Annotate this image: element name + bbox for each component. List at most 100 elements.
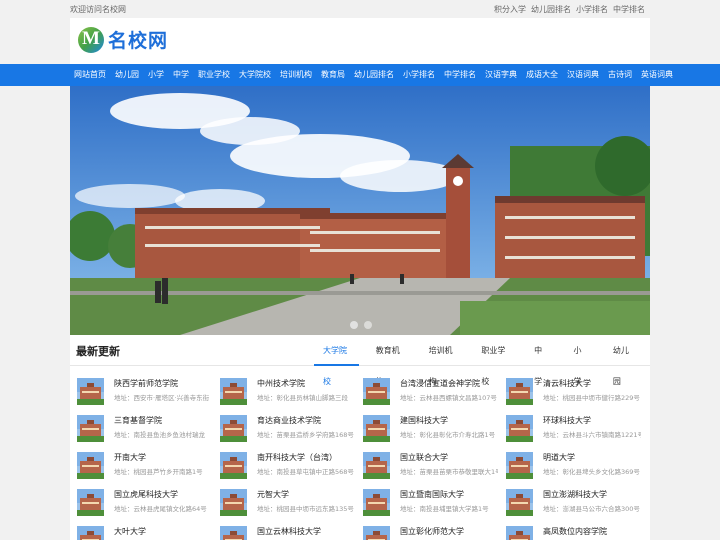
school-name[interactable]: 建国科技大学 bbox=[400, 415, 498, 426]
school-thumbnail[interactable] bbox=[363, 489, 390, 516]
tab-3[interactable]: 职业学校 bbox=[472, 335, 517, 386]
school-item[interactable]: 大叶大学 bbox=[77, 526, 220, 540]
nav-item-3[interactable]: 中学 bbox=[169, 64, 194, 86]
school-thumbnail[interactable] bbox=[220, 415, 247, 442]
welcome-text: 欢迎访问名校网 bbox=[70, 5, 126, 14]
school-thumbnail[interactable] bbox=[363, 378, 390, 405]
school-thumbnail[interactable] bbox=[363, 452, 390, 479]
school-name[interactable]: 国立澎湖科技大学 bbox=[543, 489, 641, 500]
school-thumbnail[interactable] bbox=[77, 489, 104, 516]
nav-item-0[interactable]: 网站首页 bbox=[70, 64, 111, 86]
school-name[interactable]: 台湾浸信宣道会神学院 bbox=[400, 378, 498, 389]
nav-item-11[interactable]: 汉语字典 bbox=[481, 64, 522, 86]
school-name[interactable]: 环球科技大学 bbox=[543, 415, 641, 426]
school-thumbnail[interactable] bbox=[220, 489, 247, 516]
nav-item-4[interactable]: 职业学校 bbox=[194, 64, 235, 86]
nav-item-5[interactable]: 大学院校 bbox=[235, 64, 276, 86]
nav-item-15[interactable]: 英语词典 bbox=[637, 64, 678, 86]
tab-4[interactable]: 中学 bbox=[525, 335, 556, 386]
school-name[interactable]: 国立云林科技大学 bbox=[257, 526, 355, 537]
school-name[interactable]: 高凤数位内容学院 bbox=[543, 526, 641, 537]
school-address: 地址：澎湖县马公市六合路300号 bbox=[543, 505, 640, 513]
school-item[interactable]: 建国科技大学 地址：彰化县彰化市介寿北路1号 bbox=[363, 415, 506, 442]
nav-item-12[interactable]: 成语大全 bbox=[522, 64, 563, 86]
topbar-link-points[interactable]: 积分入学 bbox=[494, 4, 526, 15]
topbar-link-middle-rank[interactable]: 中学排名 bbox=[613, 4, 645, 15]
school-name[interactable]: 育达商业技术学院 bbox=[257, 415, 355, 426]
tab-2[interactable]: 培训机构 bbox=[420, 335, 465, 386]
school-name[interactable]: 南开科技大学（台湾） bbox=[257, 452, 355, 463]
nav-item-7[interactable]: 教育局 bbox=[317, 64, 350, 86]
school-address: 地址：云林县斗六市镇南路1221号 bbox=[543, 431, 641, 439]
nav-item-6[interactable]: 培训机构 bbox=[276, 64, 317, 86]
school-thumbnail[interactable] bbox=[506, 489, 533, 516]
school-item[interactable]: 国立暨南国际大学 地址：南投县埔里镇大学路1号 bbox=[363, 489, 506, 516]
nav-item-13[interactable]: 汉语词典 bbox=[563, 64, 604, 86]
school-thumbnail[interactable] bbox=[77, 415, 104, 442]
school-thumbnail[interactable] bbox=[77, 526, 104, 540]
carousel-dot-1[interactable] bbox=[350, 321, 358, 329]
school-item[interactable]: 国立云林科技大学 bbox=[220, 526, 363, 540]
school-name[interactable]: 国立联合大学 bbox=[400, 452, 498, 463]
school-item[interactable]: 三育基督学院 地址：南投县鱼池乡鱼池村瑞龙 bbox=[77, 415, 220, 442]
site-header: M 名校网 bbox=[70, 18, 650, 64]
school-name[interactable]: 中州技术学院 bbox=[257, 378, 355, 389]
site-logo[interactable]: M 名校网 bbox=[78, 26, 168, 53]
school-name[interactable]: 明道大学 bbox=[543, 452, 641, 463]
tab-5[interactable]: 小学 bbox=[565, 335, 596, 386]
school-item[interactable]: 台湾浸信宣道会神学院 地址：云林县西螺镇文昌路107号 bbox=[363, 378, 506, 405]
school-item[interactable]: 育达商业技术学院 地址：苗栗县造桥乡学府路168号 bbox=[220, 415, 363, 442]
school-thumbnail[interactable] bbox=[506, 378, 533, 405]
school-thumbnail[interactable] bbox=[363, 415, 390, 442]
panel-header: 最新更新 大学院校教育机构培训机构职业学校中学小学幼儿园 bbox=[70, 335, 650, 386]
tab-1[interactable]: 教育机构 bbox=[367, 335, 412, 386]
school-item[interactable]: 清云科技大学 地址：桃园县中坜市健行路229号 bbox=[506, 378, 649, 405]
school-name[interactable]: 元智大学 bbox=[257, 489, 355, 500]
school-thumbnail[interactable] bbox=[363, 526, 390, 540]
school-thumbnail[interactable] bbox=[220, 452, 247, 479]
school-name[interactable]: 国立暨南国际大学 bbox=[400, 489, 498, 500]
banner-carousel[interactable] bbox=[70, 86, 650, 335]
school-item[interactable]: 陕西学前师范学院 地址：西安市·雁塔区·兴善寺东街 bbox=[77, 378, 220, 405]
school-name[interactable]: 国立虎尾科技大学 bbox=[114, 489, 212, 500]
school-item[interactable]: 元智大学 地址：桃园县中坜市远东路135号 bbox=[220, 489, 363, 516]
school-item[interactable]: 国立联合大学 地址：苗栗县苗栗市恭敬里联大1号 bbox=[363, 452, 506, 479]
nav-item-8[interactable]: 幼儿园排名 bbox=[350, 64, 399, 86]
school-item[interactable]: 开南大学 地址：桃园县芦竹乡开南路1号 bbox=[77, 452, 220, 479]
nav-item-10[interactable]: 中学排名 bbox=[440, 64, 481, 86]
school-thumbnail[interactable] bbox=[77, 378, 104, 405]
school-thumbnail[interactable] bbox=[506, 452, 533, 479]
school-item[interactable]: 明道大学 地址：彰化县埤头乡文化路369号 bbox=[506, 452, 649, 479]
school-name[interactable]: 国立彰化师范大学 bbox=[400, 526, 498, 537]
school-item[interactable]: 国立澎湖科技大学 地址：澎湖县马公市六合路300号 bbox=[506, 489, 649, 516]
school-thumbnail[interactable] bbox=[220, 526, 247, 540]
school-thumbnail[interactable] bbox=[220, 378, 247, 405]
school-item[interactable]: 国立虎尾科技大学 地址：云林县虎尾镇文化路64号 bbox=[77, 489, 220, 516]
tab-0[interactable]: 大学院校 bbox=[314, 335, 359, 386]
school-name[interactable]: 陕西学前师范学院 bbox=[114, 378, 212, 389]
school-meta: 国立虎尾科技大学 地址：云林县虎尾镇文化路64号 bbox=[114, 489, 212, 516]
nav-item-1[interactable]: 幼儿园 bbox=[111, 64, 144, 86]
nav-item-14[interactable]: 古诗词 bbox=[604, 64, 637, 86]
school-address: 地址：彰化县彰化市介寿北路1号 bbox=[400, 431, 496, 439]
tab-6[interactable]: 幼儿园 bbox=[604, 335, 642, 386]
school-meta: 环球科技大学 地址：云林县斗六市镇南路1221号 bbox=[543, 415, 641, 442]
school-thumbnail[interactable] bbox=[506, 415, 533, 442]
school-thumbnail[interactable] bbox=[77, 452, 104, 479]
school-thumbnail[interactable] bbox=[506, 526, 533, 540]
topbar-link-kindergarten-rank[interactable]: 幼儿园排名 bbox=[531, 4, 571, 15]
school-item[interactable]: 中州技术学院 地址：彰化县员林镇山脚路三段 bbox=[220, 378, 363, 405]
topbar-link-primary-rank[interactable]: 小学排名 bbox=[576, 4, 608, 15]
school-meta: 高凤数位内容学院 bbox=[543, 526, 641, 540]
school-name[interactable]: 开南大学 bbox=[114, 452, 212, 463]
nav-item-9[interactable]: 小学排名 bbox=[399, 64, 440, 86]
school-name[interactable]: 清云科技大学 bbox=[543, 378, 641, 389]
nav-item-2[interactable]: 小学 bbox=[144, 64, 169, 86]
school-item[interactable]: 环球科技大学 地址：云林县斗六市镇南路1221号 bbox=[506, 415, 649, 442]
school-name[interactable]: 三育基督学院 bbox=[114, 415, 212, 426]
school-item[interactable]: 国立彰化师范大学 bbox=[363, 526, 506, 540]
school-item[interactable]: 高凤数位内容学院 bbox=[506, 526, 649, 540]
carousel-dot-2[interactable] bbox=[364, 321, 372, 329]
school-item[interactable]: 南开科技大学（台湾） 地址：南投县草屯镇中正路568号 bbox=[220, 452, 363, 479]
school-name[interactable]: 大叶大学 bbox=[114, 526, 212, 537]
